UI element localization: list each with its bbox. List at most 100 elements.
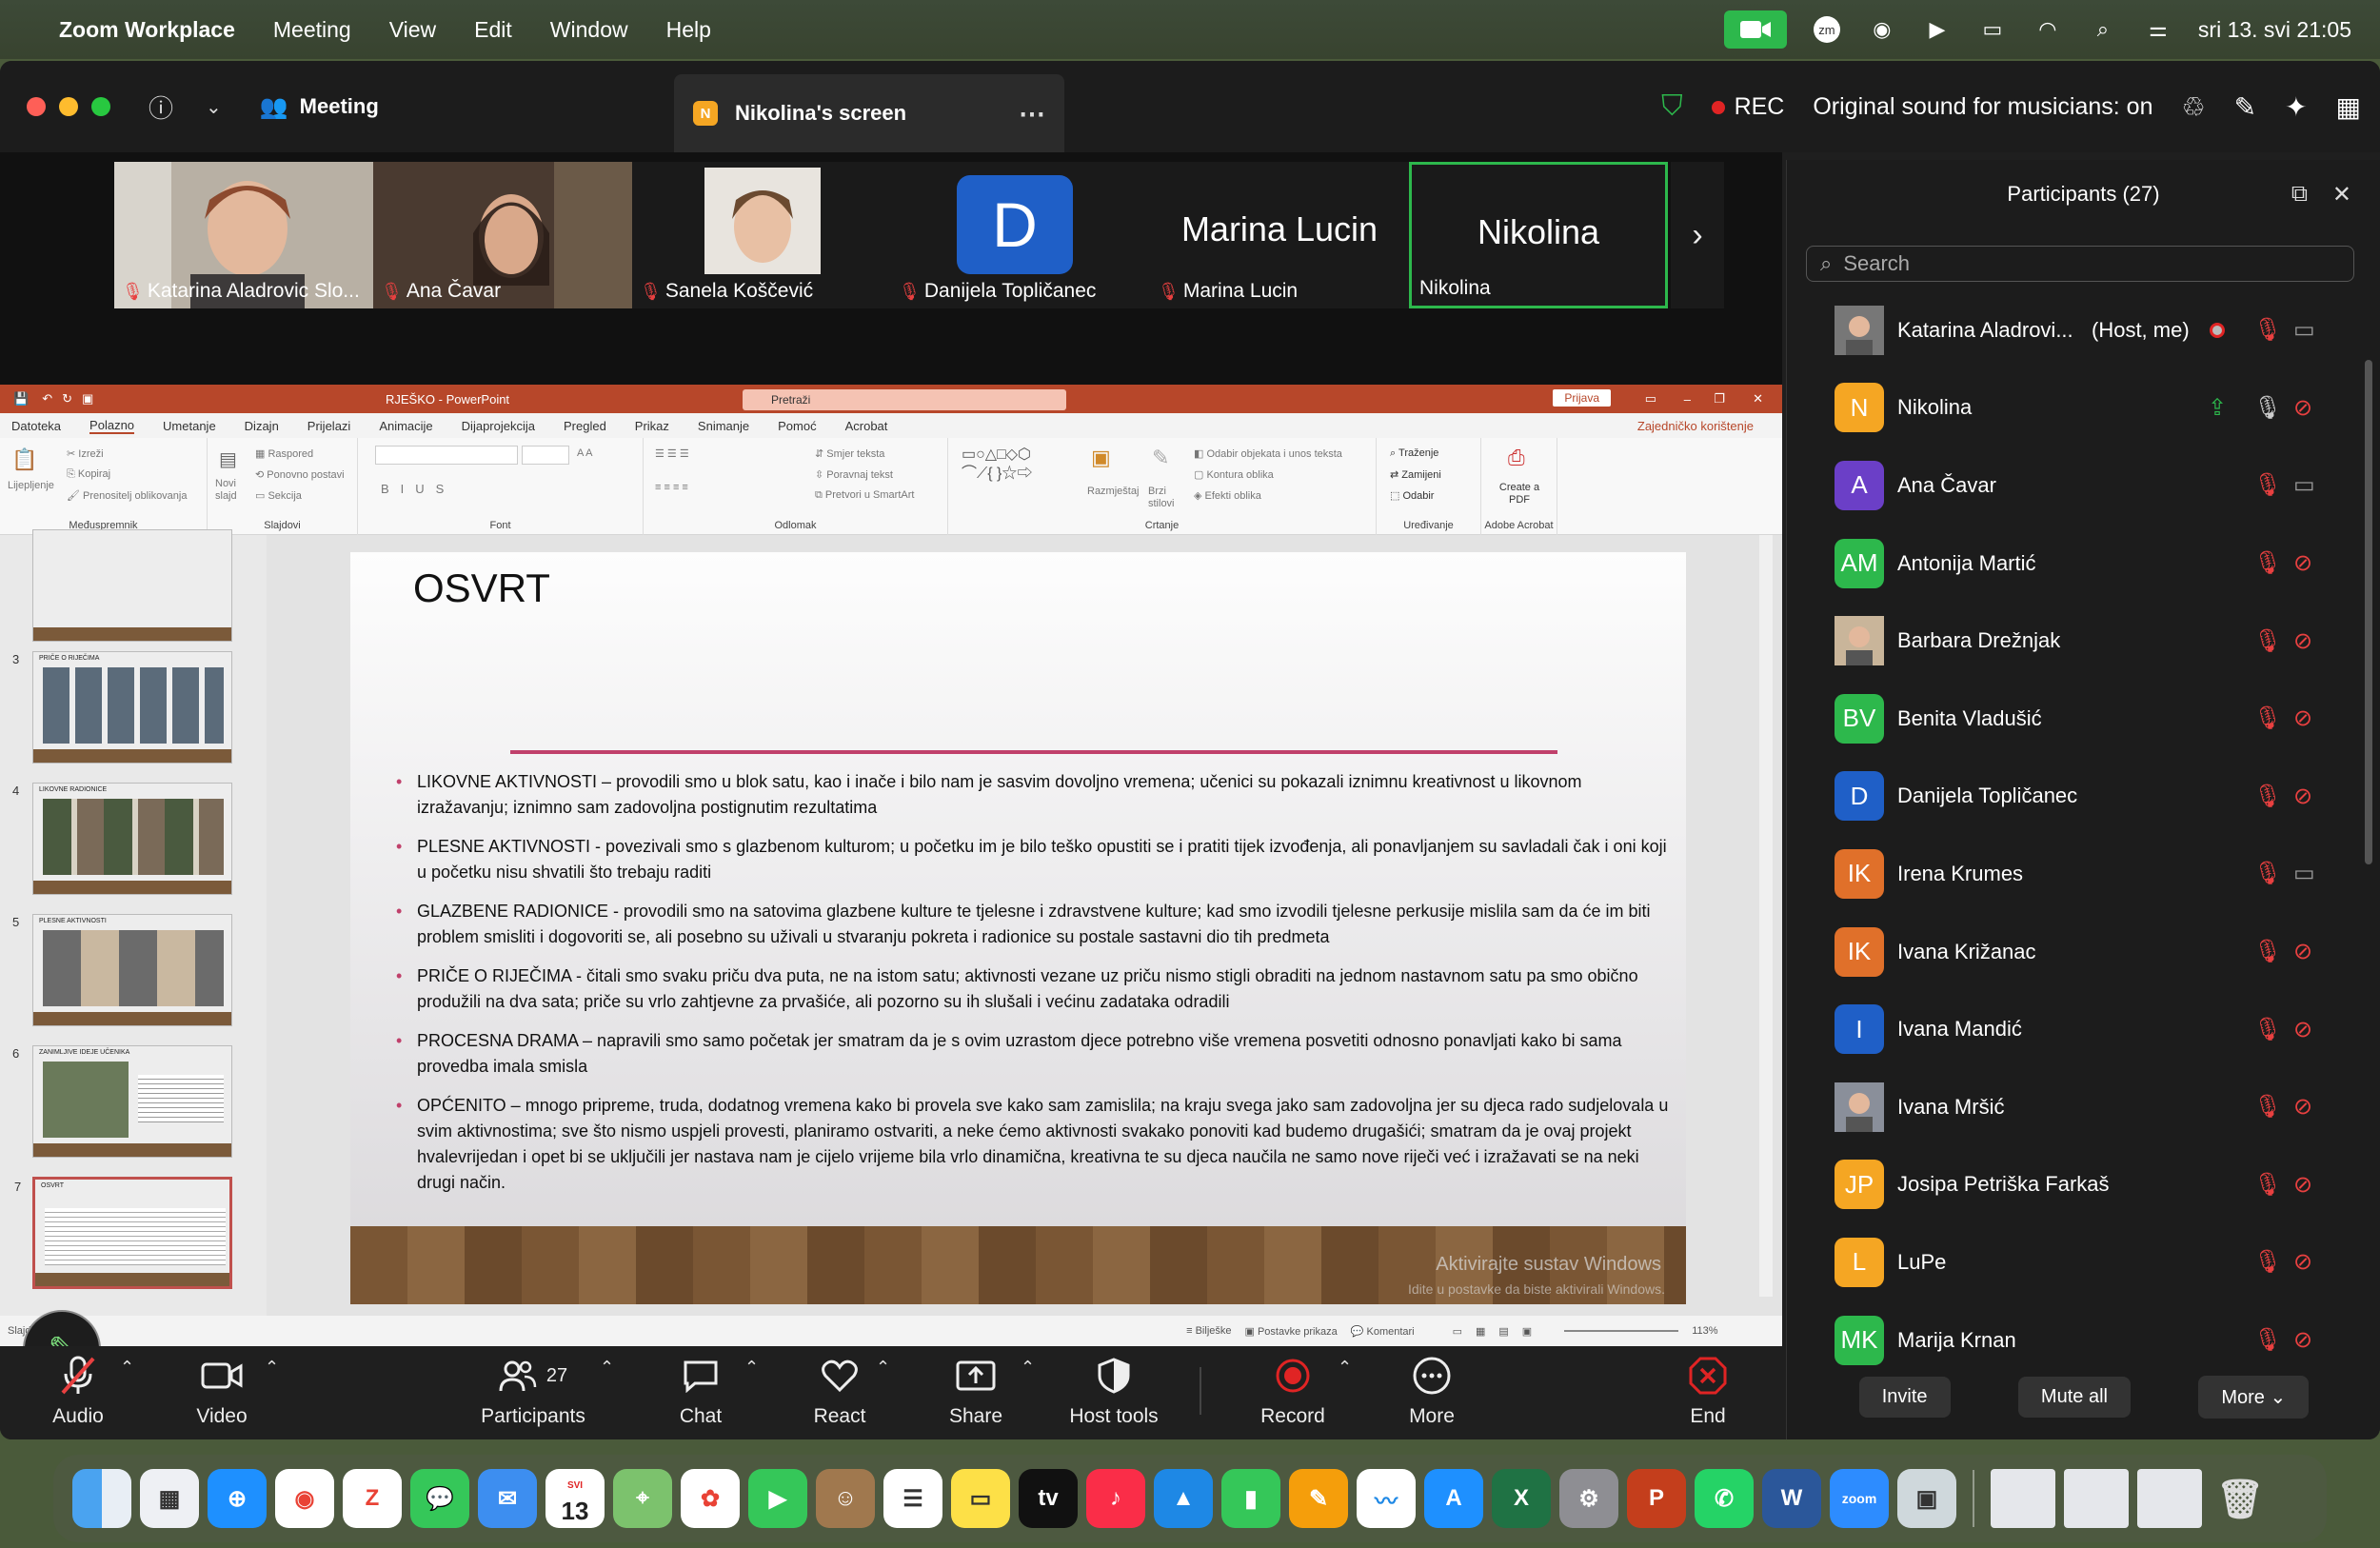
shape-fill-button[interactable]: ◧ Odabir objekata i unos teksta <box>1194 447 1342 460</box>
slide-title[interactable]: OSVRT <box>413 566 550 611</box>
slide-thumbnail[interactable] <box>32 529 232 642</box>
tab-prikaz[interactable]: Prikaz <box>635 419 669 433</box>
music-icon[interactable]: ♪ <box>1086 1469 1145 1528</box>
paste-label[interactable]: Lijepljenje <box>8 480 54 491</box>
mic-muted-icon[interactable]: 🎙 <box>2253 1093 2282 1121</box>
grow-shrink-font-icon[interactable]: A A <box>577 447 593 459</box>
align-text-button[interactable]: ⇳ Poravnaj tekst <box>815 468 893 481</box>
video-tile[interactable]: 🎙 Sanela Koščević <box>632 162 891 308</box>
bullet-item[interactable]: PROCESNA DRAMA – napravili smo samo poče… <box>394 1028 1670 1080</box>
view-settings-button[interactable]: ▣ Postavke prikaza <box>1245 1325 1338 1338</box>
participant-row[interactable]: N Nikolina ⇪ 🎙 ⊘ <box>1787 369 2368 447</box>
meeting-tab[interactable]: Meeting <box>300 94 379 119</box>
spotlight-search-icon[interactable]: ⌕ <box>2088 16 2118 43</box>
video-off-icon[interactable]: ⊘ <box>2293 549 2312 577</box>
quick-styles-label[interactable]: Brzi stilovi <box>1148 486 1182 510</box>
tab-pomoc[interactable]: Pomoć <box>778 419 816 433</box>
tab-datoteka[interactable]: Datoteka <box>11 419 61 433</box>
font-format-icons[interactable]: BIUS <box>381 482 455 496</box>
video-off-icon[interactable]: ⊘ <box>2293 783 2312 810</box>
menubar-datetime[interactable]: sri 13. svi 21:05 <box>2198 17 2351 43</box>
tab-acrobat[interactable]: Acrobat <box>845 419 888 433</box>
recent-document-icon[interactable] <box>2064 1469 2129 1528</box>
safari-icon[interactable]: ⊕ <box>208 1469 267 1528</box>
mic-muted-icon[interactable]: 🎙 <box>2253 1326 2282 1354</box>
font-name-select[interactable] <box>375 446 518 465</box>
mail-icon[interactable]: ✉ <box>478 1469 537 1528</box>
chevron-down-icon[interactable]: ⌄ <box>206 95 222 119</box>
participants-button[interactable]: 27 Participants <box>466 1352 600 1428</box>
video-off-icon[interactable]: ⊘ <box>2293 938 2312 965</box>
contacts-icon[interactable]: ☺ <box>816 1469 875 1528</box>
align-icons[interactable]: ≡ ≡ ≡ ≡ <box>655 482 688 493</box>
headset-icon[interactable]: ♲ <box>2181 91 2205 123</box>
create-pdf-label[interactable]: Create a PDF <box>1489 482 1550 506</box>
video-camera-icon[interactable]: ▭ <box>2293 316 2315 344</box>
reminders-icon[interactable]: ☰ <box>883 1469 942 1528</box>
video-tile[interactable]: Marina Lucin 🎙 Marina Lucin <box>1150 162 1409 308</box>
share-button[interactable]: Zajedničko korištenje <box>1637 419 1754 433</box>
tab-snimanje[interactable]: Snimanje <box>698 419 749 433</box>
close-window-icon[interactable] <box>27 97 46 116</box>
menu-app-name[interactable]: Zoom Workplace <box>59 17 235 43</box>
participant-row[interactable]: IK Irena Krumes 🎙 ▭ <box>1787 835 2368 913</box>
whatsapp-icon[interactable]: ✆ <box>1695 1469 1754 1528</box>
menu-edit[interactable]: Edit <box>474 17 512 43</box>
tab-animacije[interactable]: Animacije <box>379 419 432 433</box>
notes-icon[interactable]: ▭ <box>951 1469 1010 1528</box>
word-icon[interactable]: W <box>1762 1469 1821 1528</box>
video-tile[interactable]: 🎙 Katarina Aladrovic Slo... <box>114 162 373 308</box>
cut-button[interactable]: ✂ Izreži <box>67 447 104 460</box>
video-off-icon[interactable]: ⊘ <box>2293 1016 2312 1043</box>
wifi-icon[interactable]: ◠ <box>2033 16 2063 43</box>
redo-icon[interactable]: ↻ <box>62 391 72 407</box>
slide-thumbnail-selected[interactable]: 7 OSVRT <box>14 1177 232 1289</box>
zoom-level[interactable]: 113% <box>1692 1325 1717 1337</box>
text-direction-button[interactable]: ⇵ Smjer teksta <box>815 447 884 460</box>
close-icon[interactable]: ✕ <box>1753 391 1763 407</box>
participant-row[interactable]: Ivana Mršić 🎙 ⊘ <box>1787 1068 2368 1146</box>
launchpad-icon[interactable]: ▦ <box>140 1469 199 1528</box>
participant-row[interactable]: D Danijela Topličanec 🎙 ⊘ <box>1787 758 2368 836</box>
paste-icon[interactable]: 📋 <box>11 447 37 472</box>
bullets-icon[interactable]: ☰ ☰ ☰ <box>655 447 689 460</box>
play-icon[interactable]: ▶ <box>1922 16 1953 43</box>
video-camera-icon[interactable]: ▭ <box>2293 471 2315 499</box>
slideshow-icon[interactable]: ▣ <box>82 391 93 407</box>
react-options-caret-icon[interactable]: ⌃ <box>876 1358 890 1378</box>
info-icon[interactable]: ⓘ <box>149 89 173 125</box>
bullet-item[interactable]: PRIČE O RIJEČIMA - čitali smo svaku prič… <box>394 963 1670 1015</box>
zoom-app-icon[interactable]: zoom <box>1830 1469 1889 1528</box>
new-slide-label[interactable]: Novi slajd <box>215 478 253 503</box>
slide-canvas[interactable]: OSVRT LIKOVNE AKTIVNOSTI – provodili smo… <box>350 552 1686 1304</box>
slide-bullet-list[interactable]: LIKOVNE AKTIVNOSTI – provodili smo u blo… <box>394 769 1670 1209</box>
mic-muted-icon[interactable]: 🎙 <box>2253 705 2282 732</box>
participants-scrollbar[interactable] <box>2365 360 2372 864</box>
participant-row[interactable]: Katarina Aladrovi... (Host, me) 🎙 ▭ <box>1787 291 2368 369</box>
bullet-item[interactable]: GLAZBENE RADIONICE - provodili smo na sa… <box>394 899 1670 950</box>
close-icon[interactable]: ✕ <box>2332 181 2351 208</box>
video-camera-icon[interactable]: ▭ <box>2293 860 2315 887</box>
recording-indicator[interactable]: REC <box>1711 93 1784 121</box>
mic-muted-icon[interactable]: 🎙 <box>2253 938 2282 965</box>
tab-nikolina-screen[interactable]: N Nikolina's screen ⋯ <box>674 74 1064 152</box>
restore-icon[interactable]: ❐ <box>1714 391 1725 407</box>
mic-icon[interactable]: 🎙 <box>2253 394 2282 422</box>
tab-umetanje[interactable]: Umetanje <box>163 419 216 433</box>
menu-help[interactable]: Help <box>666 17 711 43</box>
find-button[interactable]: ⌕ Traženje <box>1390 447 1438 460</box>
invite-button[interactable]: Invite <box>1858 1376 1951 1418</box>
recent-document-icon[interactable] <box>1991 1469 2055 1528</box>
tab-pregled[interactable]: Pregled <box>564 419 606 433</box>
numbers-icon[interactable]: ▮ <box>1221 1469 1280 1528</box>
mic-muted-icon[interactable]: 🎙 <box>2253 783 2282 810</box>
mic-muted-icon[interactable]: 🎙 <box>2253 1171 2282 1199</box>
tab-polazno[interactable]: Polazno <box>89 418 135 434</box>
format-painter-button[interactable]: 🖌 Prenositelj oblikovanja <box>67 489 187 502</box>
video-tile-active-speaker[interactable]: Nikolina Nikolina <box>1409 162 1668 308</box>
mic-muted-icon[interactable]: 🎙 <box>2253 1248 2282 1276</box>
participant-row[interactable]: A Ana Čavar 🎙 ▭ <box>1787 447 2368 525</box>
smartart-button[interactable]: ⧉ Pretvori u SmartArt <box>815 489 914 502</box>
ppt-login-button[interactable]: Prijava <box>1553 389 1611 407</box>
photos-icon[interactable]: ✿ <box>681 1469 740 1528</box>
